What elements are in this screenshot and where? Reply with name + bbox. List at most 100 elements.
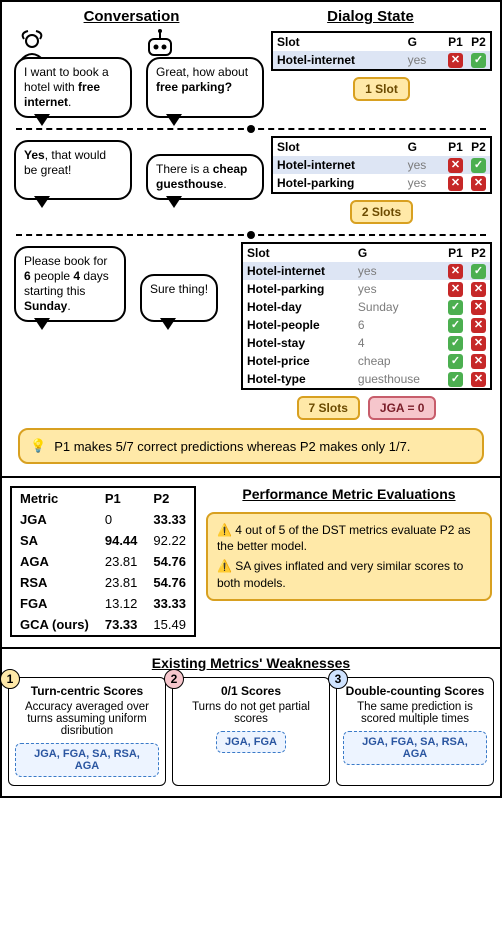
slot-table-header: G bbox=[404, 137, 444, 156]
slot-table-row: Hotel-internetyes ✕ ✓ bbox=[272, 156, 491, 174]
slot-count-badge: 7 Slots bbox=[297, 396, 360, 420]
note-box: 💡 P1 makes 5/7 correct predictions where… bbox=[18, 428, 484, 464]
user-text: I want to book a hotel with free interne… bbox=[24, 65, 109, 109]
check-icon: ✓ bbox=[448, 372, 463, 387]
metric-name: SA bbox=[11, 530, 97, 551]
p2-cell: ✕ bbox=[467, 352, 491, 370]
user-bubble: Please book for 6 people 4 days starting… bbox=[14, 246, 126, 322]
warn-box: ⚠️ 4 out of 5 of the DST metrics evaluat… bbox=[206, 512, 492, 601]
slot-name: Hotel-price bbox=[242, 352, 354, 370]
metric-p2: 92.22 bbox=[145, 530, 195, 551]
slot-table: SlotGP1P2Hotel-internetyes✕✓Hotel-parkin… bbox=[271, 136, 492, 194]
weakness-metrics-chip: JGA, FGA, SA, RSA, AGA bbox=[343, 731, 487, 765]
warn-icon: ⚠️ bbox=[217, 523, 232, 537]
weakness-title: Turn-centric Scores bbox=[15, 684, 159, 698]
metric-row: RSA23.8154.76 bbox=[11, 572, 195, 593]
slot-value: yes bbox=[354, 262, 444, 280]
metric-p2: 33.33 bbox=[145, 509, 195, 530]
system-bubble: Sure thing! bbox=[140, 274, 218, 322]
p2-cell: ✕ bbox=[467, 334, 491, 352]
top-headers: Conversation Dialog State bbox=[2, 2, 500, 27]
p2-cell: ✓ bbox=[467, 156, 491, 174]
metrics-panel: MetricP1P2JGA033.33SA94.4492.22AGA23.815… bbox=[2, 478, 500, 647]
dashed-separator bbox=[16, 234, 486, 236]
cross-icon: ✕ bbox=[471, 336, 486, 351]
slot-table-row: Hotel-daySunday✓✕ bbox=[242, 298, 491, 316]
slot-table-header: P2 bbox=[467, 32, 491, 51]
slot-name: Hotel-stay bbox=[242, 334, 354, 352]
slot-table-header: Slot bbox=[272, 32, 404, 51]
figure: Conversation Dialog State I want to book… bbox=[0, 0, 502, 798]
weakness-card: 20/1 ScoresTurns do not get partial scor… bbox=[172, 677, 330, 786]
slot-table-header: P1 bbox=[444, 243, 467, 262]
header-conversation: Conversation bbox=[12, 8, 251, 25]
weaknesses-title: Existing Metrics' Weaknesses bbox=[8, 655, 494, 671]
metric-row: FGA13.1233.33 bbox=[11, 593, 195, 614]
slot-name: Hotel-internet bbox=[242, 262, 354, 280]
weakness-title: 0/1 Scores bbox=[179, 684, 323, 698]
p1-cell: ✕ bbox=[444, 262, 467, 280]
cross-icon: ✕ bbox=[448, 158, 463, 173]
slot-table-header: Slot bbox=[272, 137, 404, 156]
warn-icon: ⚠️ bbox=[217, 559, 232, 573]
weakness-desc: The same prediction is scored multiple t… bbox=[343, 701, 487, 725]
slot-value: yes bbox=[404, 51, 444, 70]
conversation-col: Please book for 6 people 4 days starting… bbox=[10, 242, 235, 322]
metrics-title: Performance Metric Evaluations bbox=[206, 486, 492, 502]
check-icon: ✓ bbox=[471, 158, 486, 173]
weakness-card: 3Double-counting ScoresThe same predicti… bbox=[336, 677, 494, 786]
metric-p1: 73.33 bbox=[97, 614, 146, 636]
state-col: SlotGP1P2Hotel-internetyes✕✓ 1 Slot bbox=[271, 31, 492, 101]
p2-cell: ✕ bbox=[467, 370, 491, 389]
weakness-metrics-chip: JGA, FGA bbox=[216, 731, 286, 753]
p2-cell: ✓ bbox=[467, 51, 491, 70]
metric-p1: 0 bbox=[97, 509, 146, 530]
weaknesses-row: 1Turn-centric ScoresAccuracy averaged ov… bbox=[8, 677, 494, 786]
metric-table: MetricP1P2JGA033.33SA94.4492.22AGA23.815… bbox=[10, 486, 196, 637]
metric-p1: 23.81 bbox=[97, 551, 146, 572]
metric-row: GCA (ours)73.3315.49 bbox=[11, 614, 195, 636]
system-bubble: There is a cheap guesthouse. bbox=[146, 154, 264, 200]
slot-name: Hotel-internet bbox=[272, 156, 404, 174]
slot-name: Hotel-day bbox=[242, 298, 354, 316]
slot-table-row: Hotel-people6✓✕ bbox=[242, 316, 491, 334]
user-bubble: Yes, that would be great! bbox=[14, 140, 132, 200]
slot-value: yes bbox=[404, 156, 444, 174]
metrics-right: Performance Metric Evaluations ⚠️ 4 out … bbox=[206, 486, 492, 601]
check-icon: ✓ bbox=[471, 264, 486, 279]
cross-icon: ✕ bbox=[471, 282, 486, 297]
slot-value: cheap bbox=[354, 352, 444, 370]
weakness-number-badge: 2 bbox=[164, 669, 184, 689]
slot-value: yes bbox=[354, 280, 444, 298]
p1-cell: ✕ bbox=[444, 174, 467, 193]
check-icon: ✓ bbox=[448, 336, 463, 351]
slot-table: SlotGP1P2Hotel-internetyes✕✓Hotel-parkin… bbox=[241, 242, 492, 390]
metric-row: SA94.4492.22 bbox=[11, 530, 195, 551]
weakness-title: Double-counting Scores bbox=[343, 684, 487, 698]
state-col: SlotGP1P2Hotel-internetyes✕✓Hotel-parkin… bbox=[241, 242, 492, 420]
weakness-desc: Accuracy averaged over turns assuming un… bbox=[15, 701, 159, 737]
user-text: Please book for 6 people 4 days starting… bbox=[24, 254, 109, 313]
weakness-number-badge: 3 bbox=[328, 669, 348, 689]
slot-name: Hotel-parking bbox=[272, 174, 404, 193]
slot-table-row: Hotel-stay4✓✕ bbox=[242, 334, 491, 352]
metric-p2: 54.76 bbox=[145, 551, 195, 572]
p2-cell: ✕ bbox=[467, 280, 491, 298]
slot-value: yes bbox=[404, 174, 444, 193]
turn-row: Yes, that would be great! There is a che… bbox=[10, 136, 492, 224]
slot-count-badge: 1 Slot bbox=[353, 77, 410, 101]
p1-cell: ✓ bbox=[444, 370, 467, 389]
metric-row: AGA23.8154.76 bbox=[11, 551, 195, 572]
slot-table-row: Hotel-parkingyes✕✕ bbox=[272, 174, 491, 193]
p2-cell: ✓ bbox=[467, 262, 491, 280]
cross-icon: ✕ bbox=[448, 176, 463, 191]
p1-cell: ✓ bbox=[444, 334, 467, 352]
sys-text: Great, how about free parking? bbox=[156, 65, 248, 94]
slot-table-header: P2 bbox=[467, 243, 491, 262]
metric-p2: 33.33 bbox=[145, 593, 195, 614]
p1-cell: ✓ bbox=[444, 298, 467, 316]
metric-p1: 23.81 bbox=[97, 572, 146, 593]
slot-table: SlotGP1P2Hotel-internetyes✕✓ bbox=[271, 31, 492, 71]
p2-cell: ✕ bbox=[467, 298, 491, 316]
sys-text: Sure thing! bbox=[150, 282, 208, 296]
